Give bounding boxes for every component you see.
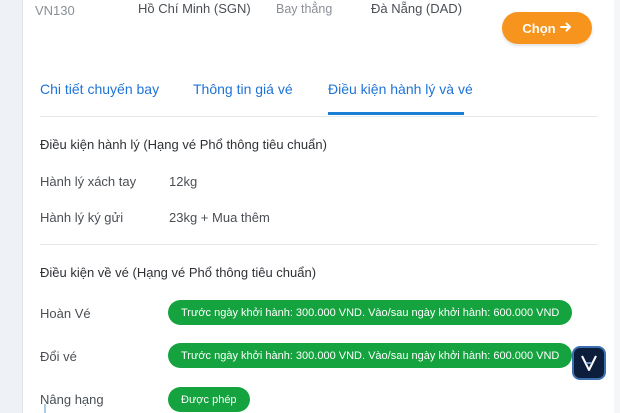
choose-flight-button[interactable]: Chọn — [502, 12, 592, 44]
flight-code: VN130 — [35, 3, 75, 18]
choose-button-label: Chọn — [522, 20, 556, 36]
section-divider — [40, 244, 598, 245]
tab-baggage-ticket-conditions[interactable]: Điều kiện hành lý và vé — [328, 81, 473, 97]
active-tab-indicator — [328, 112, 464, 115]
refund-condition-badge: Trước ngày khởi hành: 300.000 VND. Vào/s… — [168, 300, 573, 325]
scroll-marker — [44, 404, 46, 413]
tab-flight-details[interactable]: Chi tiết chuyến bay — [40, 81, 159, 97]
flight-type: Bay thẳng — [276, 2, 333, 16]
upgrade-condition-badge: Được phép — [168, 387, 250, 412]
arrival-airport: Đà Nẵng (DAD) — [371, 1, 463, 16]
page-edge — [614, 0, 620, 413]
departure-airport: Hồ Chí Minh (SGN) — [138, 1, 251, 16]
tabs-divider — [40, 116, 598, 117]
checked-baggage-label: Hành lý ký gửi — [40, 210, 124, 225]
carry-on-value: 12kg — [169, 174, 198, 189]
change-condition-badge: Trước ngày khởi hành: 300.000 VND. Vào/s… — [168, 343, 573, 368]
upgrade-label: Nâng hạng — [40, 392, 104, 407]
refund-label: Hoàn Vé — [40, 306, 91, 321]
arrow-right-icon — [559, 20, 572, 36]
change-label: Đổi vé — [40, 349, 77, 364]
chat-widget-icon[interactable] — [572, 346, 606, 380]
checked-baggage-value: 23kg + Mua thêm — [169, 210, 270, 225]
baggage-section-title: Điều kiện hành lý (Hạng vé Phổ thông tiê… — [40, 137, 327, 152]
ticket-section-title: Điều kiện về vé (Hạng vé Phổ thông tiêu … — [40, 265, 317, 280]
tab-fare-info[interactable]: Thông tin giá vé — [193, 81, 293, 97]
detail-tabs: Chi tiết chuyến bay Thông tin giá vé Điề… — [40, 78, 598, 116]
carry-on-label: Hành lý xách tay — [40, 174, 137, 189]
